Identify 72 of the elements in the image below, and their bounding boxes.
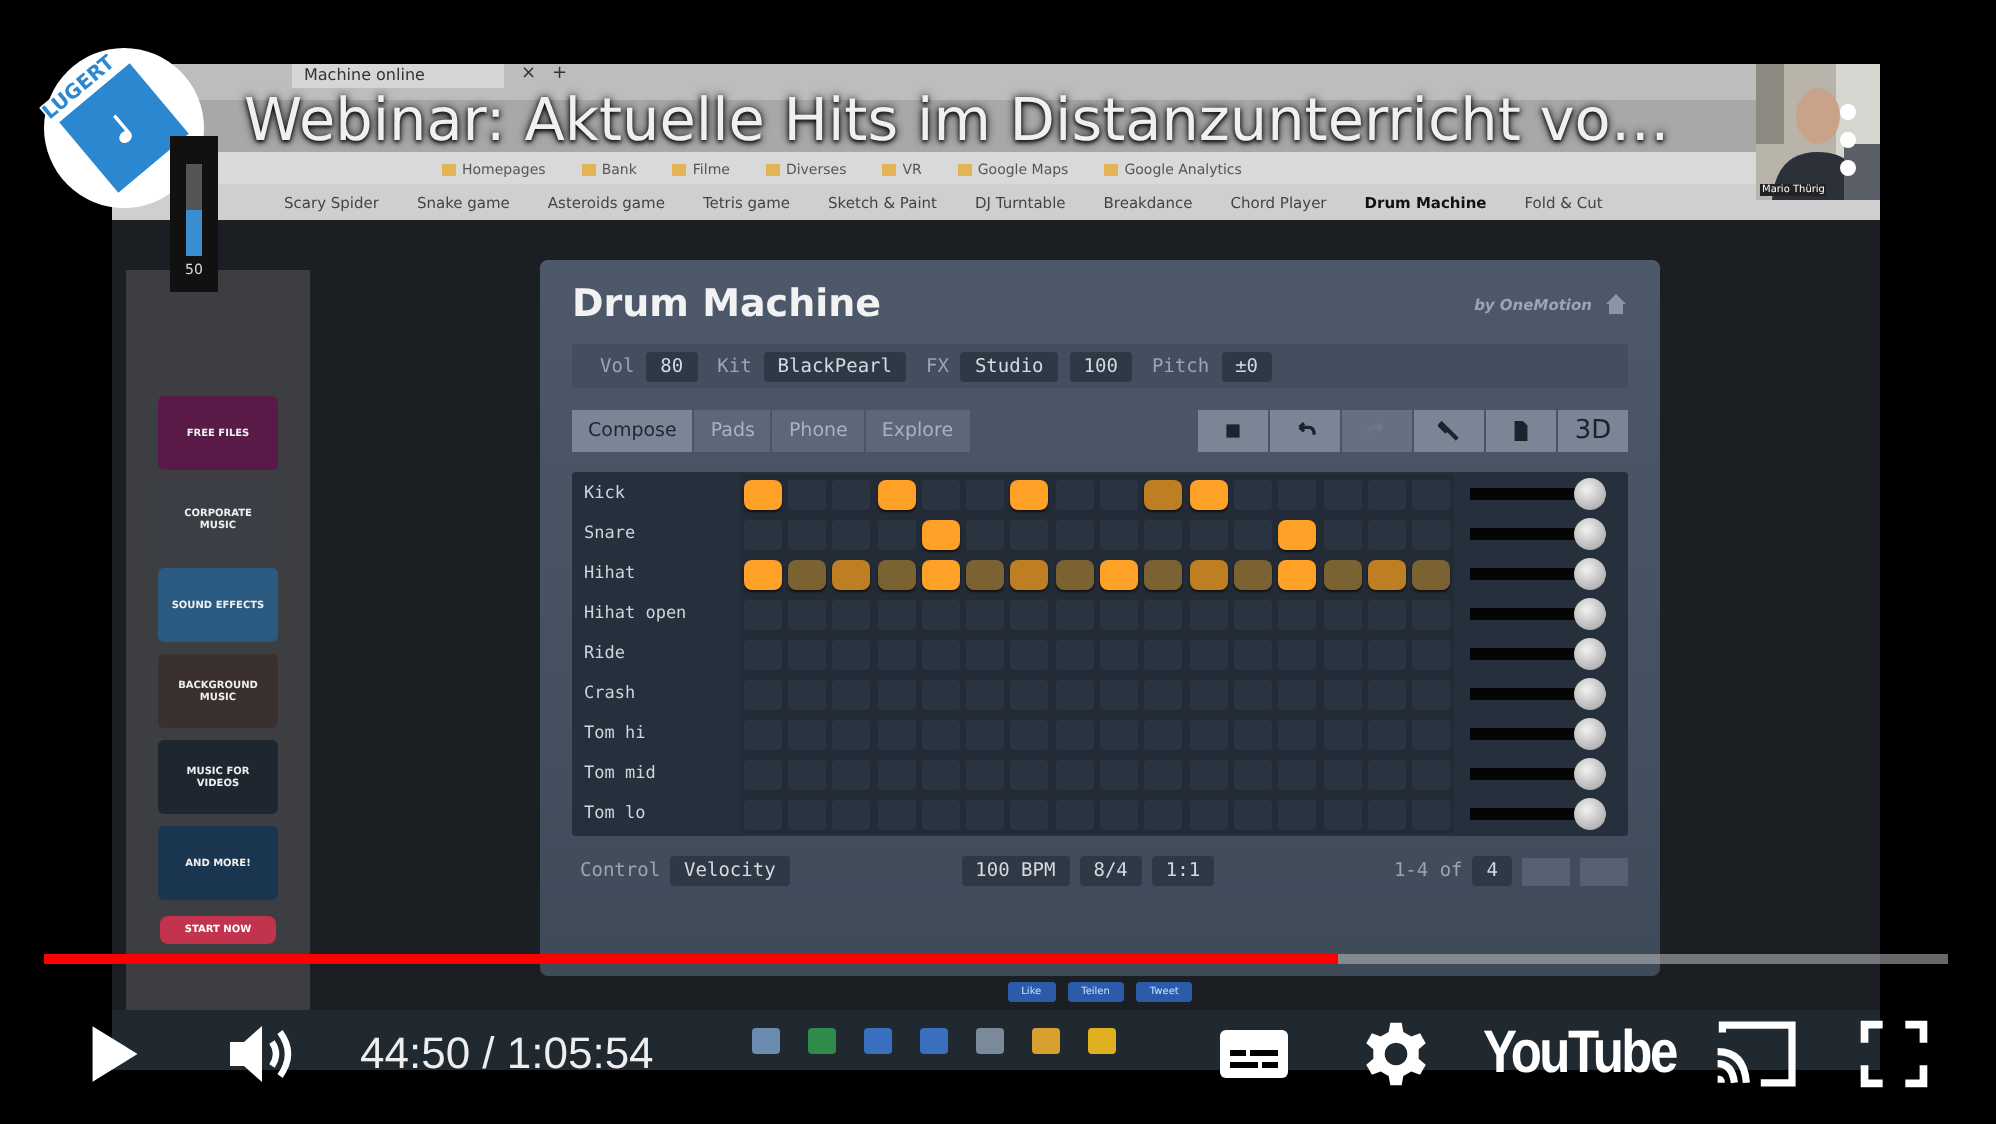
param-value[interactable]: 80 — [646, 351, 698, 381]
step-pad[interactable] — [1189, 559, 1228, 589]
param-value[interactable]: ±0 — [1221, 351, 1273, 381]
ratio-field[interactable]: 1:1 — [1151, 856, 1215, 886]
more-icon[interactable] — [1840, 100, 1856, 180]
view-button[interactable]: 3D — [1558, 410, 1628, 452]
taskbar-icon[interactable] — [1088, 1027, 1116, 1053]
track-name: Kick — [584, 484, 627, 504]
stop-icon — [1222, 420, 1244, 442]
step-pad[interactable] — [921, 519, 960, 549]
track-name: Crash — [584, 684, 638, 704]
taskbar-icon[interactable] — [976, 1027, 1004, 1053]
next-page-button[interactable] — [1580, 857, 1628, 885]
step-pad[interactable] — [1278, 519, 1317, 549]
page-range: 1-4 of — [1393, 860, 1463, 882]
cast-icon[interactable] — [1712, 1018, 1800, 1090]
control-label: Control — [580, 860, 661, 882]
tab-close[interactable]: × — [520, 64, 536, 84]
fullscreen-icon[interactable] — [1860, 1020, 1928, 1088]
play-icon[interactable] — [88, 1024, 140, 1084]
document-button[interactable] — [1486, 410, 1556, 452]
volume-slider[interactable] — [186, 164, 202, 256]
meter-field[interactable]: 8/4 — [1079, 856, 1142, 886]
tempo-field[interactable]: 100 BPM — [961, 856, 1070, 886]
youtube-wordmark[interactable]: YouTube — [1482, 1020, 1675, 1088]
param-value[interactable]: Studio — [960, 351, 1058, 381]
subtitles-icon[interactable] — [1217, 1028, 1290, 1080]
step-pad[interactable] — [1278, 559, 1317, 589]
param-label: Pitch — [1151, 355, 1210, 377]
param-label: Vol — [600, 355, 635, 377]
step-pad[interactable] — [1010, 479, 1049, 509]
track-name: Ride — [584, 644, 627, 664]
taskbar-icon[interactable] — [808, 1027, 836, 1053]
track-name: Hihat open — [584, 604, 689, 624]
step-pad[interactable] — [1010, 559, 1049, 589]
step-pad[interactable] — [877, 479, 916, 509]
step-pad[interactable] — [743, 559, 782, 589]
param-label: FX — [926, 355, 949, 377]
step-pad[interactable] — [1189, 479, 1228, 509]
track-name: Tom lo — [584, 804, 648, 824]
progress-bar[interactable] — [44, 954, 1948, 964]
track-name: Tom hi — [584, 724, 648, 744]
taskbar-icon[interactable] — [864, 1027, 892, 1053]
step-pad[interactable] — [1144, 479, 1183, 509]
track-name: Snare — [584, 524, 638, 544]
step-pad[interactable] — [743, 479, 782, 509]
track-name: Tom mid — [584, 764, 658, 784]
wrench-button[interactable] — [1414, 410, 1484, 452]
stop-button[interactable] — [1198, 410, 1268, 452]
control-select[interactable]: Velocity — [670, 856, 790, 886]
taskbar-icon[interactable] — [752, 1027, 780, 1053]
step-pad[interactable] — [832, 559, 871, 589]
previous-page-button[interactable] — [1522, 857, 1570, 885]
home-icon[interactable] — [1604, 292, 1628, 316]
taskbar-icon[interactable] — [1032, 1027, 1060, 1053]
document-icon — [1510, 420, 1532, 442]
step-pad[interactable] — [921, 559, 960, 589]
new-tab-button[interactable]: + — [551, 64, 568, 84]
undo-button[interactable] — [1270, 410, 1340, 452]
browser-tab[interactable]: Machine online — [292, 64, 505, 88]
param-value[interactable]: BlackPearl — [763, 351, 906, 381]
step-pad[interactable] — [1100, 559, 1139, 589]
taskbar-icon[interactable] — [920, 1027, 948, 1053]
mode-tab[interactable]: Compose — [572, 410, 693, 452]
settings-icon[interactable] — [1361, 1020, 1430, 1088]
param-label: Kit — [717, 355, 752, 377]
time-display: 44:50 / 1:05:54 — [360, 1028, 654, 1080]
page-count[interactable]: 4 — [1472, 856, 1512, 886]
param-value[interactable]: 100 — [1069, 351, 1132, 381]
step-pad[interactable] — [1367, 559, 1406, 589]
track-name: Hihat — [584, 564, 638, 584]
app-title: Drum Machine — [572, 282, 884, 326]
